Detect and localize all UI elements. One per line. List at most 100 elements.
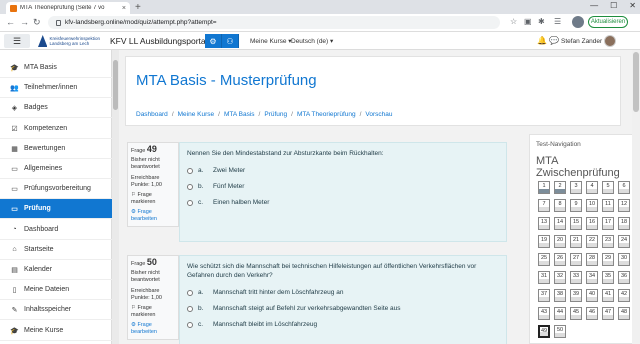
breadcrumb-link[interactable]: Vorschau [365,111,392,118]
site-logo[interactable]: Kreisfeuerwehrinspektion Landsberg am Le… [38,33,100,49]
quiz-nav-button[interactable]: 18 [618,217,630,230]
sidebar-item[interactable]: ◈ Badges [0,98,112,118]
quiz-nav-button[interactable]: 40 [586,289,598,302]
quiz-nav-button[interactable]: 21 [570,235,582,248]
browser-tab[interactable]: MTA Theorieprüfung (Seite 7 vo × [6,2,130,14]
radio-button[interactable] [187,321,193,328]
quiz-nav-button[interactable]: 44 [554,307,566,320]
quiz-nav-button[interactable]: 2 [554,181,566,194]
my-courses-menu[interactable]: Meine Kurse ▾ [250,37,292,45]
edit-question-link[interactable]: ⚙ Frage bearbeiten [131,322,175,336]
sidebar-item[interactable]: ▭ Prüfungsvorbereitung [0,179,112,199]
answer-option[interactable]: c. Mannschaft bleibt im Löschfahrzeug [187,321,499,328]
quiz-nav-button[interactable]: 1 [538,181,550,194]
quiz-nav-button[interactable]: 31 [538,271,550,284]
quiz-nav-button[interactable]: 19 [538,235,550,248]
language-menu[interactable]: Deutsch (de) ▾ [291,37,333,45]
quiz-nav-button[interactable]: 23 [602,235,614,248]
quiz-nav-button[interactable]: 12 [618,199,630,212]
quiz-nav-button[interactable]: 25 [538,253,550,266]
user-menu[interactable]: Stefan Zander ▾ [561,37,607,45]
quiz-nav-button[interactable]: 37 [538,289,550,302]
breadcrumb-link[interactable]: MTA Basis [224,111,255,118]
quiz-nav-button[interactable]: 11 [602,199,614,212]
quiz-nav-button[interactable]: 9 [570,199,582,212]
quiz-nav-button[interactable]: 27 [570,253,582,266]
breadcrumb-link[interactable]: Meine Kurse [178,111,215,118]
reading-list-icon[interactable]: ☰ [554,17,561,26]
quiz-nav-button[interactable]: 42 [618,289,630,302]
radio-button[interactable] [187,167,193,174]
quiz-nav-button[interactable]: 48 [618,307,630,320]
quiz-nav-button[interactable]: 47 [602,307,614,320]
answer-option[interactable]: c. Einen halben Meter [187,199,499,206]
sidebar-item[interactable]: ▭ Allgemeines [0,159,112,179]
page-scrollbar[interactable] [632,50,640,344]
quiz-nav-button[interactable]: 15 [570,217,582,230]
breadcrumb-link[interactable]: Prüfung [264,111,287,118]
forward-icon[interactable]: → [20,17,29,27]
quiz-nav-button[interactable]: 35 [602,271,614,284]
answer-option[interactable]: b. Fünf Meter [187,183,499,190]
quiz-nav-button[interactable]: 8 [554,199,566,212]
radio-button[interactable] [187,305,193,312]
sidebar-item[interactable]: 🎓 MTA Basis [0,58,112,78]
sidebar-item[interactable]: ✎ Inhaltsspeicher [0,300,112,320]
sidebar-item[interactable]: ⌂ Startseite [0,240,112,260]
quiz-nav-button[interactable]: 36 [618,271,630,284]
answer-option[interactable]: b. Mannschaft steigt auf Befehl zur verke… [187,305,499,312]
quiz-nav-button[interactable]: 33 [570,271,582,284]
sidebar-item[interactable]: ▭ Prüfung [0,199,112,219]
close-window-icon[interactable]: ✕ [629,1,636,10]
quiz-nav-button[interactable]: 20 [554,235,566,248]
sidebar-item[interactable]: 👥 Teilnehmer/innen [0,78,112,98]
quiz-nav-button[interactable]: 50 [554,325,566,338]
quiz-nav-button[interactable]: 16 [586,217,598,230]
settings-gear-icon[interactable]: ⚙ [205,34,222,48]
browser-profile-avatar[interactable] [572,16,584,28]
quiz-nav-button[interactable]: 45 [570,307,582,320]
breadcrumb-link[interactable]: Dashboard [136,111,168,118]
quiz-nav-button[interactable]: 13 [538,217,550,230]
site-name[interactable]: KFV LL Ausbildungsportal [110,36,208,46]
quiz-nav-button[interactable]: 7 [538,199,550,212]
quiz-nav-button[interactable]: 32 [554,271,566,284]
answer-option[interactable]: a. Zwei Meter [187,167,499,174]
sidebar-item[interactable]: 🎓 Meine Kurse [0,321,112,341]
quiz-nav-button[interactable]: 49 [538,325,550,338]
radio-button[interactable] [187,289,193,296]
update-button[interactable]: Aktualisieren [588,16,628,28]
quiz-nav-button[interactable]: 22 [586,235,598,248]
quiz-nav-button[interactable]: 14 [554,217,566,230]
star-icon[interactable]: ☆ [510,17,517,26]
quiz-nav-button[interactable]: 28 [586,253,598,266]
back-icon[interactable]: ← [6,17,15,27]
quiz-nav-button[interactable]: 46 [586,307,598,320]
url-field[interactable]: kfv-landsberg.online/mod/quiz/attempt.ph… [48,16,500,29]
sitemap-icon[interactable]: ⚇ [222,34,239,48]
quiz-nav-button[interactable]: 10 [586,199,598,212]
minimize-icon[interactable]: — [590,1,598,10]
quiz-nav-button[interactable]: 4 [586,181,598,194]
quiz-nav-button[interactable]: 41 [602,289,614,302]
edit-question-link[interactable]: ⚙ Frage bearbeiten [131,209,175,223]
sidebar-scrollbar[interactable] [112,50,119,344]
tab-close-icon[interactable]: × [122,5,126,12]
sidebar-item[interactable]: ▯ Meine Dateien [0,280,112,300]
puzzle-icon[interactable]: ✱ [538,17,545,26]
quiz-nav-button[interactable]: 29 [602,253,614,266]
sidebar-item[interactable]: ▤ Kalender [0,260,112,280]
user-avatar[interactable] [604,35,616,47]
flag-question-link[interactable]: ⚐ Frage markieren [131,305,175,319]
quiz-nav-button[interactable]: 24 [618,235,630,248]
quiz-nav-button[interactable]: 43 [538,307,550,320]
radio-button[interactable] [187,183,193,190]
answer-option[interactable]: a. Mannschaft tritt hinter dem Löschfahrz… [187,289,499,296]
sidebar-item[interactable]: ◔ Dashboard [0,220,112,240]
quiz-nav-button[interactable]: 26 [554,253,566,266]
sidebar-item[interactable]: ☑ Kompetenzen [0,119,112,139]
new-tab-icon[interactable]: + [135,2,141,13]
quiz-nav-button[interactable]: 17 [602,217,614,230]
flag-question-link[interactable]: ⚐ Frage markieren [131,192,175,206]
breadcrumb-link[interactable]: MTA Theorieprüfung [297,111,356,118]
